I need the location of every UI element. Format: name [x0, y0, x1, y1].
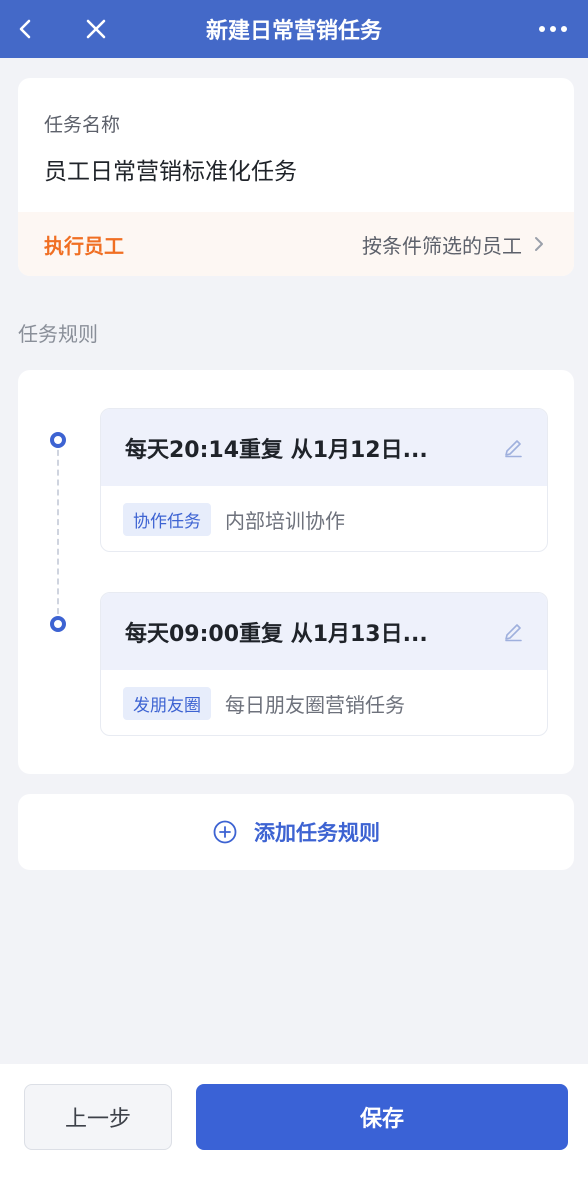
chevron-right-icon [532, 235, 550, 253]
rule-type-tag: 发朋友圈 [123, 687, 211, 720]
task-rules-card: 每天20:14重复 从1月12日... 协作任务 内部培训协作 每天09:00重… [18, 370, 574, 774]
executor-row[interactable]: 执行员工 按条件筛选的员工 [18, 212, 574, 276]
rule-header: 每天09:00重复 从1月13日... [101, 593, 547, 670]
rule-description: 内部培训协作 [225, 509, 345, 533]
save-button[interactable]: 保存 [196, 1084, 568, 1150]
add-rule-button[interactable]: 添加任务规则 [18, 794, 574, 870]
rule-type-tag: 协作任务 [123, 503, 211, 536]
chevron-left-icon[interactable] [6, 0, 46, 58]
add-rule-label: 添加任务规则 [254, 821, 380, 845]
executor-value: 按条件筛选的员工 [362, 233, 522, 258]
more-dots-icon[interactable] [528, 0, 578, 58]
pencil-icon[interactable] [501, 620, 525, 644]
rule-title: 每天20:14重复 从1月12日... [125, 437, 428, 463]
rule-item[interactable]: 每天20:14重复 从1月12日... 协作任务 内部培训协作 [100, 408, 548, 552]
task-name-value[interactable]: 员工日常营销标准化任务 [44, 152, 297, 186]
timeline-dot [50, 616, 66, 632]
previous-step-button[interactable]: 上一步 [24, 1084, 172, 1150]
rule-item[interactable]: 每天09:00重复 从1月13日... 发朋友圈 每日朋友圈营销任务 [100, 592, 548, 736]
task-name-label: 任务名称 [44, 114, 121, 136]
rule-title: 每天09:00重复 从1月13日... [125, 621, 428, 647]
bottom-action-bar: 上一步 保存 [0, 1064, 588, 1186]
rule-description: 每日朋友圈营销任务 [225, 693, 405, 717]
timeline-dot [50, 432, 66, 448]
plus-circle-icon [212, 819, 238, 845]
top-navbar: 新建日常营销任务 [0, 0, 588, 58]
executor-label: 执行员工 [44, 233, 124, 258]
timeline-connector [57, 440, 59, 624]
task-info-card: 任务名称 员工日常营销标准化任务 执行员工 按条件筛选的员工 [18, 78, 574, 276]
pencil-icon[interactable] [501, 436, 525, 460]
rule-body: 发朋友圈 每日朋友圈营销任务 [101, 670, 547, 735]
rules-section-title: 任务规则 [18, 322, 98, 346]
page-title: 新建日常营销任务 [205, 19, 382, 44]
rule-header: 每天20:14重复 从1月12日... [101, 409, 547, 486]
rule-body: 协作任务 内部培训协作 [101, 486, 547, 551]
close-icon[interactable] [76, 0, 116, 58]
